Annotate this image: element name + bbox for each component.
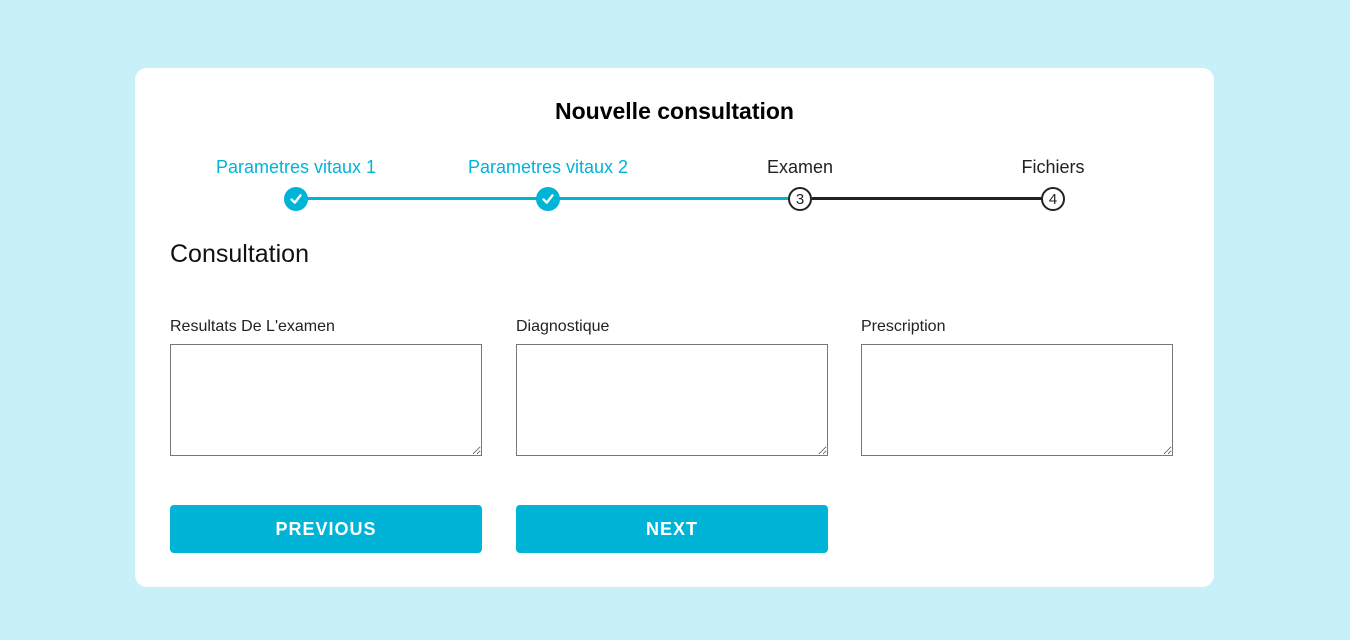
field-label: Resultats De L'examen: [170, 318, 335, 335]
step-connector-2-3: [559, 197, 800, 200]
step-connector-3-4: [812, 197, 1053, 200]
resultats-examen-textarea[interactable]: [170, 344, 482, 456]
field-resultats-examen: Resultats De L'examen: [170, 318, 482, 456]
field-prescription: Prescription: [861, 318, 1173, 456]
field-label: Prescription: [861, 318, 946, 335]
section-title: Consultation: [170, 240, 309, 268]
stepper: Parametres vitaux 1 Parametres vitaux 2 …: [135, 68, 1214, 218]
field-diagnostique: Diagnostique: [516, 318, 828, 456]
step-3-number[interactable]: 3: [788, 187, 812, 211]
step-label-examen[interactable]: Examen: [680, 157, 920, 178]
check-icon: [542, 194, 554, 204]
previous-button[interactable]: PREVIOUS: [170, 505, 482, 553]
step-label-fichiers[interactable]: Fichiers: [933, 157, 1173, 178]
step-4-number[interactable]: 4: [1041, 187, 1065, 211]
next-button[interactable]: NEXT: [516, 505, 828, 553]
field-label: Diagnostique: [516, 318, 610, 335]
consultation-card: Nouvelle consultation Parametres vitaux …: [135, 68, 1214, 587]
step-1-check-icon[interactable]: [284, 187, 308, 211]
diagnostique-textarea[interactable]: [516, 344, 828, 456]
check-icon: [290, 194, 302, 204]
step-connector-1-2: [307, 197, 547, 200]
step-2-check-icon[interactable]: [536, 187, 560, 211]
prescription-textarea[interactable]: [861, 344, 1173, 456]
step-label-parametres-vitaux-1[interactable]: Parametres vitaux 1: [176, 157, 416, 178]
step-label-parametres-vitaux-2[interactable]: Parametres vitaux 2: [428, 157, 668, 178]
